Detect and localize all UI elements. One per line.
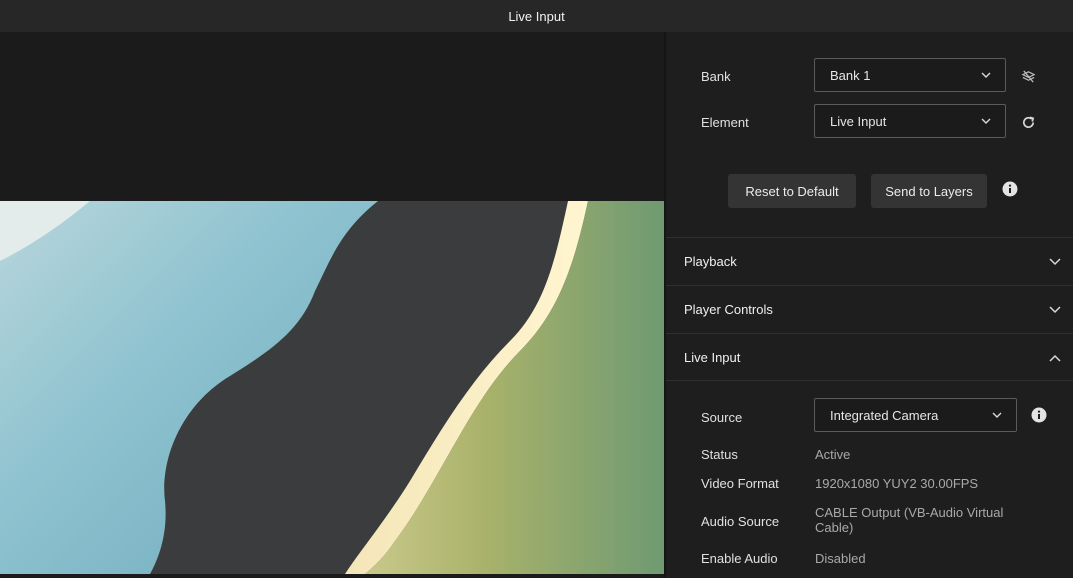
live-video-preview [0, 201, 664, 574]
audio-source-value-line2: Cable) [815, 520, 854, 535]
chevron-up-icon [1049, 350, 1061, 365]
section-divider [666, 380, 1073, 381]
video-format-value: 1920x1080 YUY2 30.00FPS [815, 476, 979, 491]
section-live-input-label: Live Input [684, 349, 741, 365]
camera-frame-image [0, 201, 664, 574]
source-dropdown[interactable]: Integrated Camera [814, 398, 1017, 432]
source-value: Integrated Camera [830, 407, 939, 423]
element-dropdown[interactable]: Live Input [814, 104, 1006, 138]
element-value: Live Input [830, 113, 887, 129]
bank-dropdown[interactable]: Bank 1 [814, 58, 1006, 92]
section-playback[interactable]: Playback [666, 237, 1073, 284]
audio-source-label: Audio Source [701, 514, 780, 529]
audio-source-value-line1: CABLE Output (VB-Audio Virtual [815, 505, 1004, 520]
bank-label: Bank [701, 69, 731, 84]
reset-to-default-button[interactable]: Reset to Default [728, 174, 856, 208]
chevron-down-icon [992, 410, 1002, 420]
info-icon[interactable] [1031, 407, 1047, 423]
video-format-label: Video Format [701, 476, 779, 491]
enable-audio-value: Disabled [815, 551, 866, 566]
enable-audio-label: Enable Audio [701, 551, 778, 566]
chevron-down-icon [1049, 302, 1061, 317]
status-value: Active [815, 447, 851, 462]
send-to-layers-button[interactable]: Send to Layers [871, 174, 987, 208]
window-title: Live Input [508, 8, 565, 24]
hide-layers-icon[interactable] [1020, 68, 1036, 84]
properties-panel: Bank Bank 1 Element Live Input Reset to … [666, 32, 1073, 578]
window-title-bar: Live Input [0, 0, 1073, 32]
info-icon[interactable] [1002, 181, 1018, 197]
chevron-down-icon [981, 116, 991, 126]
element-label: Element [701, 115, 749, 130]
status-label: Status [701, 447, 738, 462]
section-player-controls[interactable]: Player Controls [666, 285, 1073, 332]
refresh-icon[interactable] [1020, 114, 1036, 130]
source-label: Source [701, 410, 743, 425]
chevron-down-icon [981, 70, 991, 80]
chevron-down-icon [1049, 254, 1061, 269]
section-live-input[interactable]: Live Input [666, 333, 1073, 380]
bank-value: Bank 1 [830, 67, 871, 83]
section-playback-label: Playback [684, 253, 737, 269]
section-player-controls-label: Player Controls [684, 301, 773, 317]
